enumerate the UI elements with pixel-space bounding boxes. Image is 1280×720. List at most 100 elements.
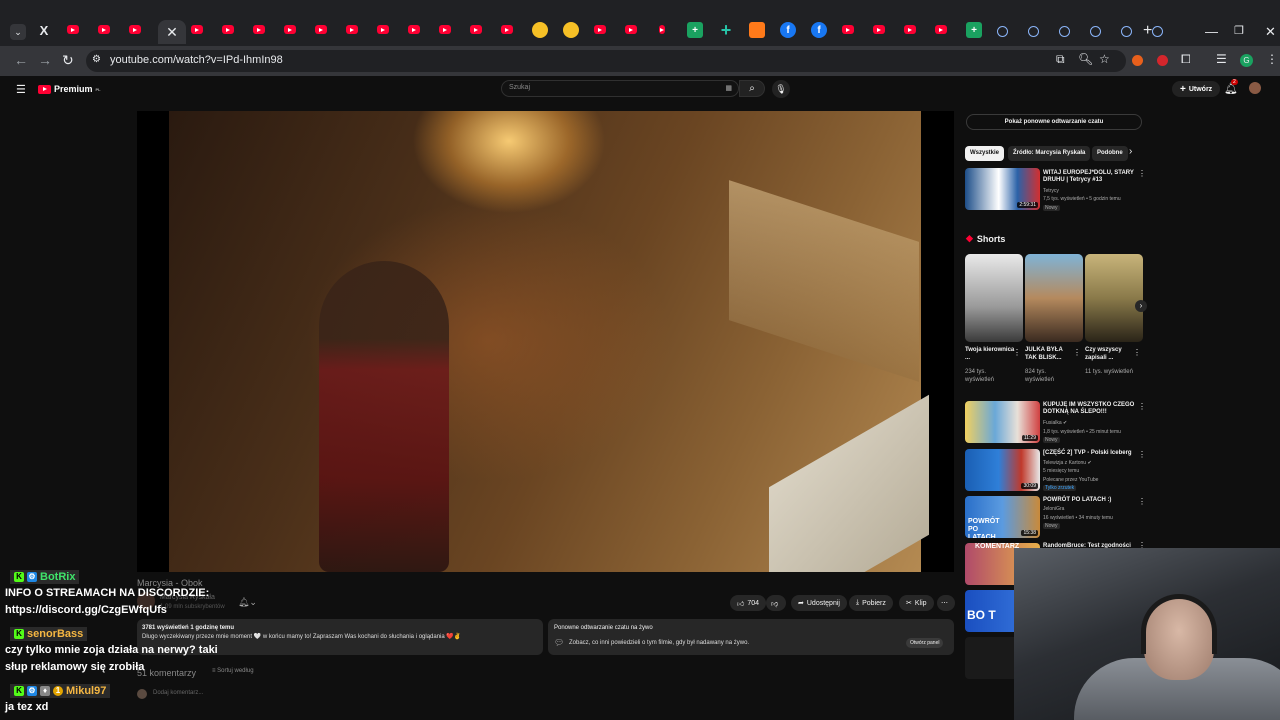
video-title[interactable]: KUPUJĘ IM WSZYSTKO CZEGO DOTKNĄ NA ŚLEPO… [1043,402,1135,416]
browser-tab[interactable] [842,25,854,34]
video-player[interactable] [137,111,954,572]
add-comment-input[interactable]: Dodaj komentarz... [153,690,203,696]
clip-button[interactable]: ✂ Klip [899,595,934,611]
site-info-icon[interactable]: ⚙ [92,54,101,65]
new-tab-button[interactable]: + [1143,22,1152,40]
restore-icon[interactable]: ❐ [1234,24,1244,37]
voice-search-button[interactable]: 🎙︎ [772,80,790,98]
short-thumbnail[interactable] [965,254,1023,342]
video-menu-icon[interactable]: ⋮ [1138,169,1146,178]
video-menu-icon[interactable]: ⋮ [1138,497,1146,506]
browser-tab[interactable] [1059,26,1070,37]
browser-menu-icon[interactable]: ⋮ [1266,52,1278,66]
browser-tab[interactable] [1152,26,1163,37]
browser-tab[interactable] [67,25,79,34]
open-panel-button[interactable]: Otwórz panel [906,638,944,648]
browser-tab[interactable] [98,25,110,34]
browser-tab[interactable] [935,25,947,34]
url-text[interactable]: youtube.com/watch?v=IPd-IhmIn98 [110,54,283,66]
more-actions-button[interactable]: ⋯ [937,595,955,611]
create-button[interactable]: + Utwórz [1172,81,1221,97]
search-input[interactable]: Szukaj ▦ [501,80,739,97]
chip-related[interactable]: Podobne [1092,146,1128,161]
short-menu-icon[interactable]: ⋮ [1013,348,1021,357]
show-chat-replay-button[interactable]: Pokaż ponowne odtwarzanie czatu [966,114,1142,130]
close-tab-icon[interactable]: ✕ [166,24,178,41]
browser-tab[interactable]: f [780,22,796,38]
dislike-button[interactable]: 👎︎ [766,595,786,611]
zoom-icon[interactable]: 🔍︎ [1078,52,1093,66]
browser-tab[interactable] [532,22,548,38]
keyboard-icon[interactable]: ▦ [725,84,732,92]
install-app-icon[interactable]: ⧉ [1056,52,1065,67]
short-title[interactable]: JULKA BYŁA TAK BLISK... [1025,346,1075,362]
browser-tab[interactable] [625,25,637,34]
browser-tab[interactable] [1090,26,1101,37]
browser-tab[interactable]: + [687,22,703,38]
search-button[interactable]: ⌕ [739,80,765,97]
browser-tab[interactable] [501,25,513,34]
minimize-icon[interactable]: — [1205,24,1218,39]
short-menu-icon[interactable]: ⋮ [1073,348,1081,357]
browser-tab[interactable] [904,25,916,34]
like-button[interactable]: 👍︎ 704 [730,595,767,611]
browser-tab[interactable] [346,25,358,34]
short-thumbnail[interactable] [1085,254,1143,342]
share-button[interactable]: ➦ Udostępnij [791,595,847,611]
short-title[interactable]: Czy wszyscy zapisali ... [1085,346,1135,362]
video-title[interactable]: WITAJ EUROPEJ*DOLU, STARY DRUHU | Tetryc… [1043,170,1135,184]
browser-tab[interactable] [749,22,765,38]
browser-tab[interactable] [222,25,234,34]
shorts-next-icon[interactable]: › [1135,300,1147,312]
video-menu-icon[interactable]: ⋮ [1138,402,1146,411]
browser-tab[interactable] [594,25,606,34]
browser-tab[interactable]: X [36,22,52,38]
profile-avatar[interactable]: G [1240,54,1253,67]
video-thumbnail[interactable]: 2:59:31 [965,168,1040,210]
browser-tab[interactable] [315,25,327,34]
browser-tab[interactable] [563,22,579,38]
browser-tab[interactable] [253,25,265,34]
video-thumbnail[interactable]: POWRÓT PO LATACH 15:38 [965,496,1040,538]
video-menu-icon[interactable]: ⋮ [1138,450,1146,459]
short-title[interactable]: Twoja kierownica ... [965,346,1015,362]
youtube-logo[interactable]: Premium PL [38,84,101,94]
bookmark-star-icon[interactable]: ☆ [1099,52,1110,66]
browser-tab[interactable] [1121,26,1132,37]
video-title[interactable]: [CZĘŚĆ 2] TVP - Polski Iceberg [1043,450,1135,457]
reload-icon[interactable]: ↻ [62,52,74,69]
browser-tab[interactable] [284,25,296,34]
browser-tab[interactable]: + [718,20,734,40]
hamburger-menu-icon[interactable]: ☰ [16,83,26,96]
extensions-puzzle-icon[interactable]: ⧠ [1181,52,1191,67]
browser-tab[interactable] [873,25,885,34]
media-controls-icon[interactable]: ☰ [1216,52,1227,66]
chips-next-icon[interactable]: › [1129,146,1132,157]
browser-tab[interactable] [659,25,665,34]
browser-tab[interactable]: f [811,22,827,38]
short-thumbnail[interactable] [1025,254,1083,342]
browser-tab[interactable] [439,25,451,34]
extension-red-icon[interactable] [1157,55,1168,66]
chip-source[interactable]: Źródło: Marcysia Ryskała [1008,146,1091,161]
account-avatar[interactable] [1249,82,1261,94]
video-thumbnail[interactable]: 11:29 [965,401,1040,443]
browser-tab[interactable] [1028,26,1039,37]
browser-tab[interactable] [997,26,1008,37]
browser-tab[interactable] [377,25,389,34]
browser-tab[interactable] [191,25,203,34]
video-title[interactable]: POWRÓT PO LATACH :) [1043,497,1135,504]
extension-orange-icon[interactable] [1132,55,1143,66]
browser-tab[interactable] [470,25,482,34]
tab-search-button[interactable]: ⌄ [10,24,26,40]
browser-tab[interactable] [408,25,420,34]
browser-tab[interactable]: + [966,22,982,38]
subscribe-bell-icon[interactable]: 🔔︎⌄ [238,597,257,608]
browser-tab[interactable] [129,25,141,34]
short-menu-icon[interactable]: ⋮ [1133,348,1141,357]
download-button[interactable]: ⤓ Pobierz [849,595,893,611]
active-tab[interactable]: ✕ [158,20,186,44]
video-thumbnail[interactable]: 30:09 [965,449,1040,491]
chip-all[interactable]: Wszystkie [965,146,1005,161]
back-icon[interactable]: ← [14,52,28,68]
